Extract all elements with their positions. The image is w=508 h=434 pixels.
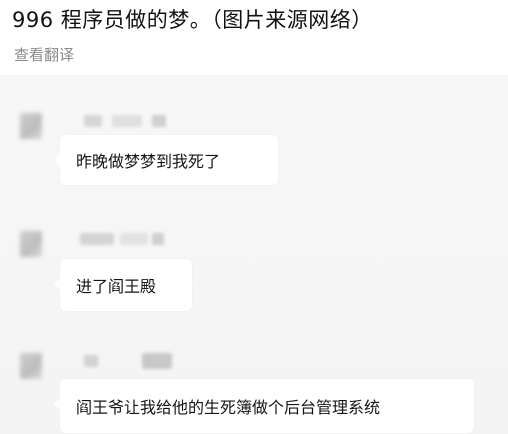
post-title: 996 程序员做的梦。（图片来源网络） — [12, 8, 373, 32]
sender-name-blurred — [142, 353, 172, 369]
message-text: 昨晚做梦梦到我死了 — [76, 152, 221, 171]
avatar — [20, 231, 42, 257]
sender-name-blurred — [84, 355, 98, 367]
avatar — [20, 353, 42, 379]
sender-name-blurred — [152, 115, 166, 127]
sender-name-blurred — [80, 233, 114, 245]
sender-name-blurred — [152, 233, 164, 245]
avatar — [20, 113, 42, 139]
message-text: 阎王爷让我给他的生死簿做个后台管理系统 — [76, 398, 381, 417]
message-text: 进了阎王殿 — [76, 277, 157, 296]
sender-name-blurred — [84, 115, 102, 127]
message-bubble: 进了阎王殿 — [60, 259, 192, 311]
chat-message: 阎王爷让我给他的生死簿做个后台管理系统 — [0, 345, 508, 434]
message-bubble: 阎王爷让我给他的生死簿做个后台管理系统 — [60, 379, 474, 433]
sender-name-blurred — [112, 115, 142, 127]
chat-message: 进了阎王殿 — [0, 223, 508, 313]
chat-screenshot-image: 昨晚做梦梦到我死了 进了阎王殿 阎王爷让我给他的生死簿做个后台管理系统 — [0, 75, 508, 434]
message-bubble: 昨晚做梦梦到我死了 — [60, 135, 278, 185]
translate-link[interactable]: 查看翻译 — [14, 44, 74, 65]
chat-message: 昨晚做梦梦到我死了 — [0, 105, 508, 195]
sender-name-blurred — [120, 233, 148, 245]
